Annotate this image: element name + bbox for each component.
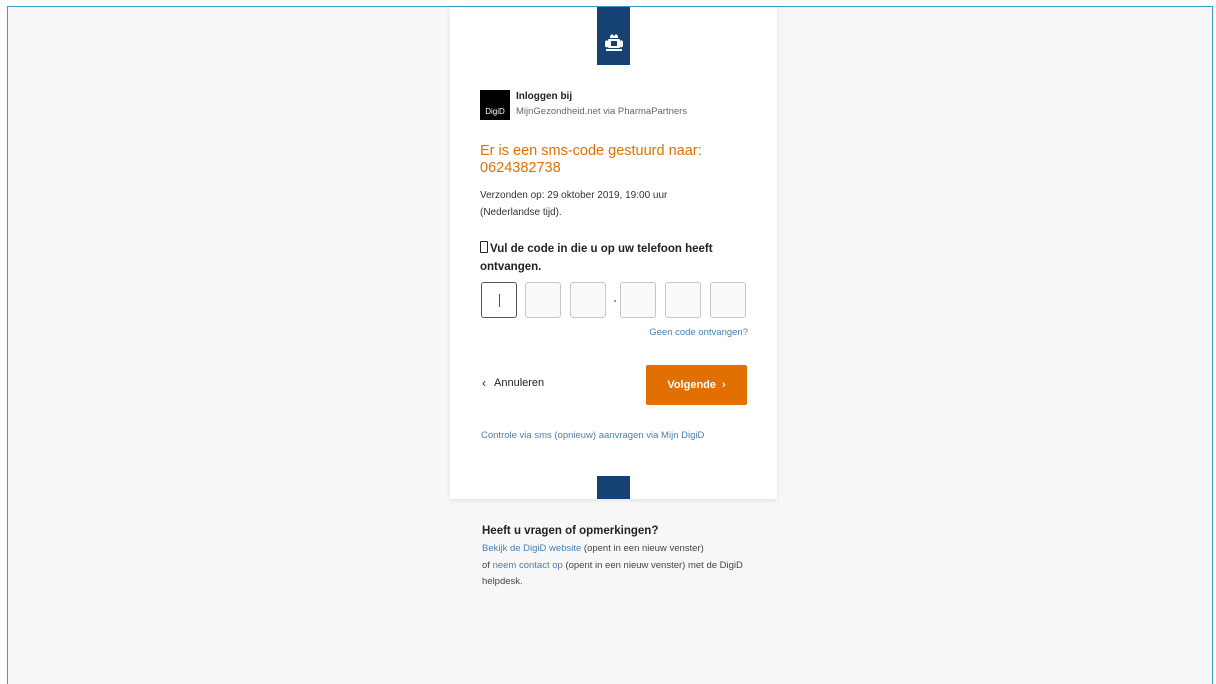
digid-logo-text: DigiD [485, 107, 505, 116]
sms-sent-title: Er is een sms-code gestuurd naar: 062438… [480, 143, 702, 176]
help-title: Heeft u vragen of opmerkingen? [482, 525, 659, 537]
help-text-part1: (opent in een nieuw venster) [581, 543, 704, 554]
enter-code-label: Vul de code in die u op uw telefoon heef… [480, 240, 750, 276]
code-digit-input-1[interactable] [481, 282, 517, 318]
code-separator [614, 300, 616, 302]
sms-request-link[interactable]: Controle via sms (opnieuw) aanvragen via… [481, 430, 704, 441]
sent-timestamp: Verzonden op: 29 oktober 2019, 19:00 uur… [480, 190, 668, 218]
chevron-right-icon: › [722, 379, 726, 391]
enter-code-text: Vul de code in die u op uw telefoon heef… [480, 243, 713, 273]
digid-app-logo: DigiD [480, 90, 510, 120]
rijksoverheid-crest-icon [604, 34, 623, 51]
cancel-button[interactable]: ‹ Annuleren [482, 376, 544, 390]
next-button[interactable]: Volgende › [646, 365, 747, 405]
code-digit-input-5[interactable] [665, 282, 701, 318]
code-digit-input-3[interactable] [570, 282, 606, 318]
cancel-label: Annuleren [494, 377, 545, 389]
code-digit-input-6[interactable] [710, 282, 746, 318]
government-header-band [597, 7, 630, 65]
contact-link[interactable]: neem contact op [493, 560, 563, 571]
code-digit-input-4[interactable] [620, 282, 656, 318]
chevron-left-icon: ‹ [482, 376, 486, 390]
login-target: MijnGezondheid.net via PharmaPartners [516, 106, 688, 117]
code-digit-input-2[interactable] [525, 282, 561, 318]
government-footer-band [597, 476, 630, 499]
no-code-received-link[interactable]: Geen code ontvangen? [620, 327, 748, 338]
next-label: Volgende [667, 379, 717, 391]
login-label: Inloggen bij [516, 91, 573, 102]
help-text-part2: of [482, 559, 493, 571]
phone-icon [480, 241, 488, 253]
digid-website-link[interactable]: Bekijk de DigiD website [482, 543, 581, 554]
help-text: Bekijk de DigiD website (opent in een ni… [482, 541, 757, 591]
